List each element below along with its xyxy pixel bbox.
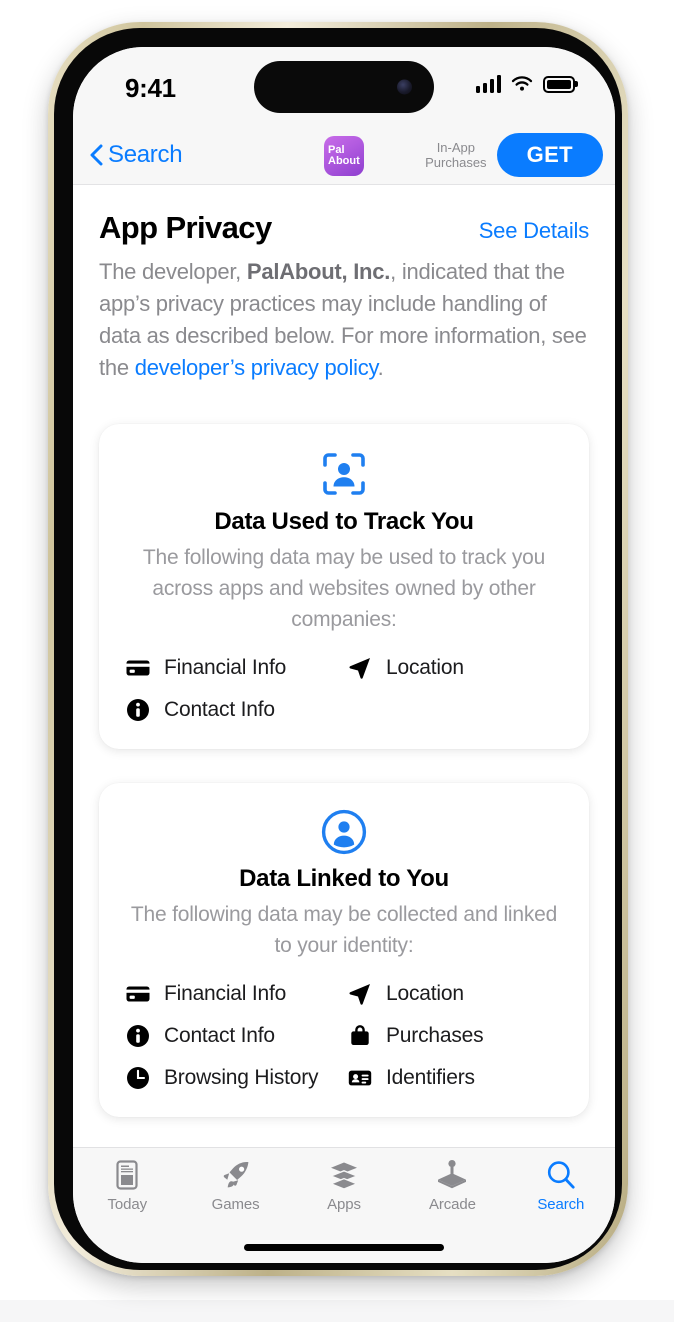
data-used-to-track-card: Data Used to Track You The following dat… [99, 424, 589, 749]
device-screen: 9:41 Search Pal About In-App Purchases G… [73, 47, 615, 1263]
data-type-label: Financial Info [164, 982, 287, 1005]
dynamic-island [254, 61, 434, 113]
privacy-policy-link[interactable]: developer’s privacy policy [135, 355, 378, 380]
card-subtitle: The following data may be used to track … [142, 546, 546, 631]
tab-label: Search [537, 1196, 585, 1213]
data-type-item: Location [347, 655, 563, 681]
id-card-icon [347, 1065, 373, 1091]
in-app-purchases-label: In-App Purchases [425, 139, 487, 170]
tab-games[interactable]: Games [181, 1158, 289, 1213]
data-type-label: Location [386, 982, 464, 1005]
data-type-item: Contact Info [125, 1023, 341, 1049]
info-circle-icon [125, 697, 151, 723]
status-time: 9:41 [125, 73, 176, 103]
tab-label: Games [211, 1196, 260, 1213]
data-type-grid: Financial Info Location [121, 655, 567, 723]
info-circle-icon [125, 1023, 151, 1049]
nav-bar-actions: In-App Purchases GET [425, 132, 603, 177]
get-button[interactable]: GET [496, 132, 603, 177]
data-type-label: Purchases [386, 1024, 484, 1047]
data-type-label: Identifiers [386, 1066, 475, 1089]
data-type-label: Location [386, 656, 464, 679]
data-type-label: Contact Info [164, 1024, 275, 1047]
data-type-grid: Financial Info Location [121, 981, 567, 1091]
data-type-item: Financial Info [125, 981, 341, 1007]
app-privacy-content[interactable]: App Privacy See Details The developer, P… [73, 186, 615, 1186]
data-type-item: Contact Info [125, 697, 341, 723]
data-type-item: Location [347, 981, 563, 1007]
home-indicator[interactable] [244, 1244, 444, 1251]
data-type-label: Financial Info [164, 656, 287, 679]
credit-card-icon [125, 655, 151, 681]
location-arrow-icon [347, 655, 373, 681]
person-in-viewfinder-icon [323, 453, 365, 495]
app-privacy-header: App Privacy See Details The developer, P… [73, 186, 615, 384]
data-type-item: Financial Info [125, 655, 341, 681]
page-title: App Privacy [99, 210, 272, 245]
credit-card-icon [125, 981, 151, 1007]
card-title: Data Linked to You [239, 865, 449, 892]
chevron-left-icon [90, 144, 103, 165]
data-type-item: Identifiers [347, 1065, 563, 1091]
joystick-icon [435, 1158, 469, 1192]
data-type-item: Purchases [347, 1023, 563, 1049]
front-camera-icon [397, 79, 412, 95]
data-linked-to-you-card: Data Linked to You The following data ma… [99, 783, 589, 1117]
data-type-item: Browsing History [125, 1065, 341, 1091]
today-doc-icon [112, 1158, 142, 1192]
clock-icon [125, 1065, 151, 1091]
stack-icon [327, 1158, 361, 1192]
tab-apps[interactable]: Apps [290, 1158, 398, 1213]
back-to-search-button[interactable]: Search [89, 140, 183, 169]
tab-label: Today [107, 1196, 147, 1213]
app-icon-line2: About [328, 155, 360, 167]
developer-name: PalAbout, Inc. [246, 259, 391, 284]
search-icon [545, 1158, 577, 1192]
rocket-icon [220, 1158, 252, 1192]
card-title: Data Used to Track You [214, 508, 474, 535]
wifi-icon [511, 76, 533, 91]
tab-search[interactable]: Search [507, 1158, 615, 1213]
tab-label: Apps [327, 1196, 361, 1213]
data-type-label: Browsing History [164, 1066, 319, 1089]
device-bezel: 9:41 Search Pal About In-App Purchases G… [54, 28, 622, 1270]
card-header-icon [121, 809, 567, 855]
shopping-bag-icon [347, 1023, 373, 1049]
see-details-link[interactable]: See Details [479, 218, 590, 244]
cellular-signal-icon [475, 75, 501, 93]
iphone-device-frame: 9:41 Search Pal About In-App Purchases G… [48, 22, 628, 1276]
location-arrow-icon [347, 981, 373, 1007]
card-header-icon [121, 450, 567, 498]
data-type-label: Contact Info [164, 698, 275, 721]
card-subtitle: The following data may be collected and … [130, 903, 558, 957]
tab-arcade[interactable]: Arcade [398, 1158, 506, 1213]
palabout-app-icon[interactable]: Pal About [324, 136, 364, 176]
app-privacy-description: The developer, PalAbout, Inc., indicated… [99, 256, 589, 384]
tab-label: Arcade [428, 1196, 476, 1213]
status-bar: 9:41 [73, 47, 615, 125]
description-text-3: . [377, 355, 384, 380]
person-circle-icon [321, 809, 367, 855]
battery-icon [543, 75, 575, 93]
back-button-label: Search [108, 140, 183, 168]
status-indicators [475, 75, 575, 93]
page-bottom-strip [0, 1300, 674, 1322]
navigation-bar: Search Pal About In-App Purchases GET [73, 125, 615, 185]
tab-today[interactable]: Today [73, 1158, 181, 1213]
description-text-1: The developer, [99, 259, 247, 284]
screenshot-canvas: 9:41 Search Pal About In-App Purchases G… [0, 0, 674, 1322]
